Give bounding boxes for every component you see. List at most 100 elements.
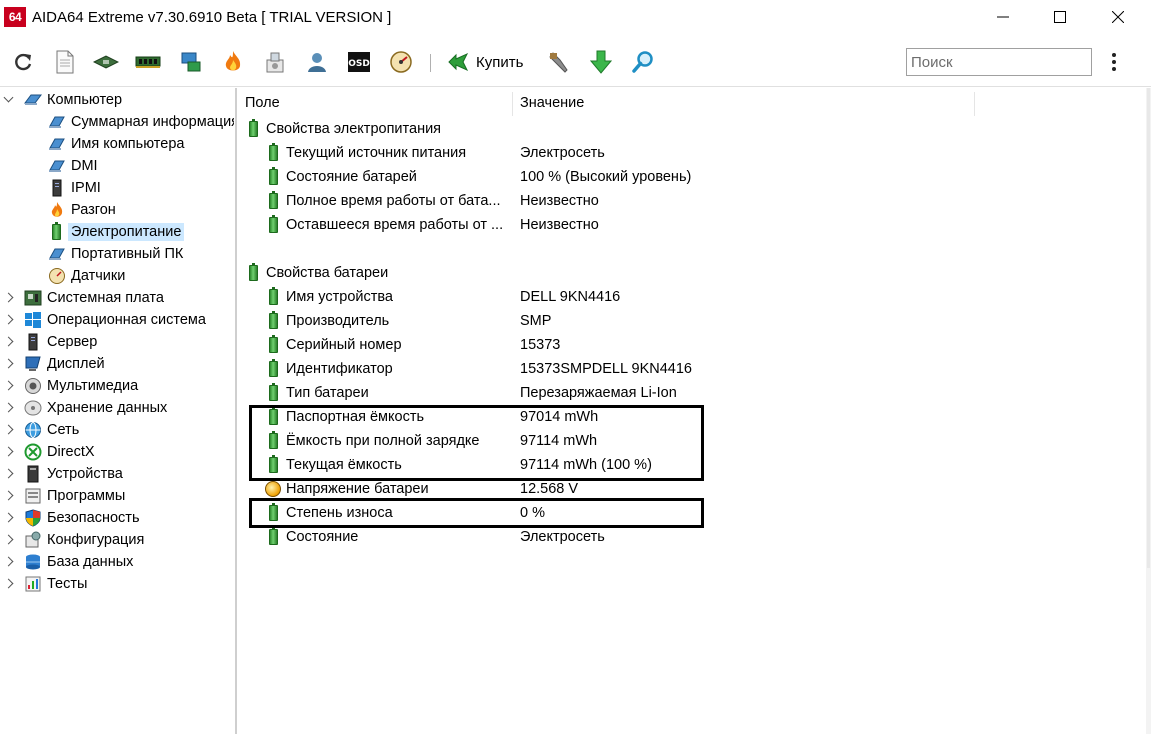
chevron-right-icon[interactable] (4, 573, 14, 595)
chevron-right-icon[interactable] (4, 287, 14, 309)
row-value: 100 % (Высокий уровень) (520, 169, 692, 185)
chevron-right-icon[interactable] (4, 485, 14, 507)
memory-icon[interactable] (135, 49, 161, 75)
table-row[interactable]: Производитель (265, 309, 389, 333)
table-row[interactable]: Состояние (265, 525, 358, 549)
chevron-right-icon[interactable] (4, 397, 14, 419)
search-input[interactable] (906, 48, 1092, 76)
tree-item-label: IPMI (71, 180, 101, 196)
osd-icon[interactable]: OSD (346, 49, 372, 75)
chevron-right-icon[interactable] (4, 551, 14, 573)
table-row[interactable]: Оставшееся время работы от ... (265, 213, 503, 237)
highlight-box-wear (249, 498, 704, 528)
section-title: Свойства электропитания (266, 121, 442, 137)
tree-item-overclock[interactable]: Разгон (48, 199, 116, 221)
tree-item-computer[interactable]: Компьютер (4, 89, 122, 111)
motherboard-icon[interactable] (93, 49, 119, 75)
row-value: Неизвестно (520, 193, 599, 209)
tools-icon[interactable] (262, 49, 288, 75)
tree-item-label: Конфигурация (47, 532, 145, 548)
section-header-battery[interactable]: Свойства батареи (245, 261, 388, 285)
section-header-power[interactable]: Свойства электропитания (245, 117, 441, 141)
battery-icon (265, 287, 281, 306)
maximize-button[interactable] (1037, 0, 1083, 34)
table-row[interactable]: Текущий источник питания (265, 141, 466, 165)
table-row[interactable]: Имя устройства (265, 285, 393, 309)
close-button[interactable] (1095, 0, 1141, 34)
battery-icon (265, 311, 281, 330)
table-row[interactable]: Полное время работы от бата... (265, 189, 501, 213)
tree-item-database[interactable]: База данных (4, 551, 133, 573)
chevron-right-icon[interactable] (4, 375, 14, 397)
svg-text:OSD: OSD (348, 59, 370, 69)
refresh-icon[interactable] (10, 49, 36, 75)
table-row[interactable]: Состояние батарей (265, 165, 417, 189)
row-field: Имя устройства (286, 289, 393, 305)
windows-icon (24, 311, 42, 329)
tree-item-server[interactable]: Сервер (4, 331, 97, 353)
tree-item-display[interactable]: Дисплей (4, 353, 105, 375)
tree-item-ipmi[interactable]: IPMI (48, 177, 101, 199)
tree-item-summary[interactable]: Суммарная информация (48, 111, 234, 133)
xbox-icon (24, 443, 42, 461)
config-icon (24, 531, 42, 549)
chevron-right-icon[interactable] (4, 331, 14, 353)
tree-item-label: Электропитание (68, 223, 185, 241)
table-row[interactable]: Идентификатор (265, 357, 393, 381)
chevron-right-icon[interactable] (4, 353, 14, 375)
tree-item-motherboard[interactable]: Системная плата (4, 287, 164, 309)
tree-item-multimedia[interactable]: Мультимедиа (4, 375, 138, 397)
buy-button[interactable]: Купить (476, 54, 523, 71)
chevron-right-icon[interactable] (4, 419, 14, 441)
row-value: Неизвестно (520, 217, 599, 233)
flame-icon[interactable] (220, 49, 246, 75)
table-row[interactable]: Тип батареи (265, 381, 369, 405)
tests-icon (24, 575, 42, 593)
tree-item-label: Датчики (71, 268, 126, 284)
chevron-down-icon[interactable] (4, 89, 14, 111)
tree-item-sensors[interactable]: Датчики (48, 265, 125, 287)
tree-item-storage[interactable]: Хранение данных (4, 397, 167, 419)
network-icon[interactable] (178, 49, 204, 75)
gauge-icon[interactable] (388, 49, 414, 75)
tree-item-label: Мультимедиа (47, 378, 139, 394)
download-icon[interactable] (588, 49, 614, 75)
buy-icon[interactable] (446, 49, 472, 75)
tree-item-label: Портативный ПК (71, 246, 184, 262)
tree-item-security[interactable]: Безопасность (4, 507, 140, 529)
monitor-icon (24, 355, 42, 373)
tree-item-network[interactable]: Сеть (4, 419, 79, 441)
tree-item-tests[interactable]: Тесты (4, 573, 87, 595)
chevron-right-icon[interactable] (4, 309, 14, 331)
speaker-icon (24, 377, 42, 395)
tree-item-dmi[interactable]: DMI (48, 155, 98, 177)
wrench-icon[interactable] (546, 49, 572, 75)
tree-item-computer-name[interactable]: Имя компьютера (48, 133, 184, 155)
tree-item-os[interactable]: Операционная система (4, 309, 206, 331)
tree-item-directx[interactable]: DirectX (4, 441, 95, 463)
tree-item-power[interactable]: Электропитание (48, 221, 185, 243)
programs-icon (24, 487, 42, 505)
table-row[interactable]: Серийный номер (265, 333, 402, 357)
search-icon[interactable] (630, 49, 656, 75)
chevron-right-icon[interactable] (4, 507, 14, 529)
tree-item-programs[interactable]: Программы (4, 485, 125, 507)
server-icon (48, 179, 66, 197)
column-header-field[interactable]: Поле (245, 88, 280, 116)
report-icon[interactable] (52, 49, 78, 75)
chevron-right-icon[interactable] (4, 463, 14, 485)
more-options-icon[interactable] (1106, 51, 1122, 75)
user-icon[interactable] (304, 49, 330, 75)
chevron-right-icon[interactable] (4, 529, 14, 551)
tree-item-config[interactable]: Конфигурация (4, 529, 144, 551)
chevron-right-icon[interactable] (4, 441, 14, 463)
column-header-value[interactable]: Значение (520, 88, 584, 116)
tree-item-devices[interactable]: Устройства (4, 463, 123, 485)
section-title: Свойства батареи (266, 265, 389, 281)
minimize-button[interactable] (980, 0, 1026, 34)
column-divider[interactable] (512, 92, 513, 116)
vertical-scrollbar[interactable] (1146, 88, 1151, 734)
tree-item-label: Тесты (47, 576, 88, 592)
column-divider[interactable] (974, 92, 975, 116)
tree-item-portable-pc[interactable]: Портативный ПК (48, 243, 183, 265)
